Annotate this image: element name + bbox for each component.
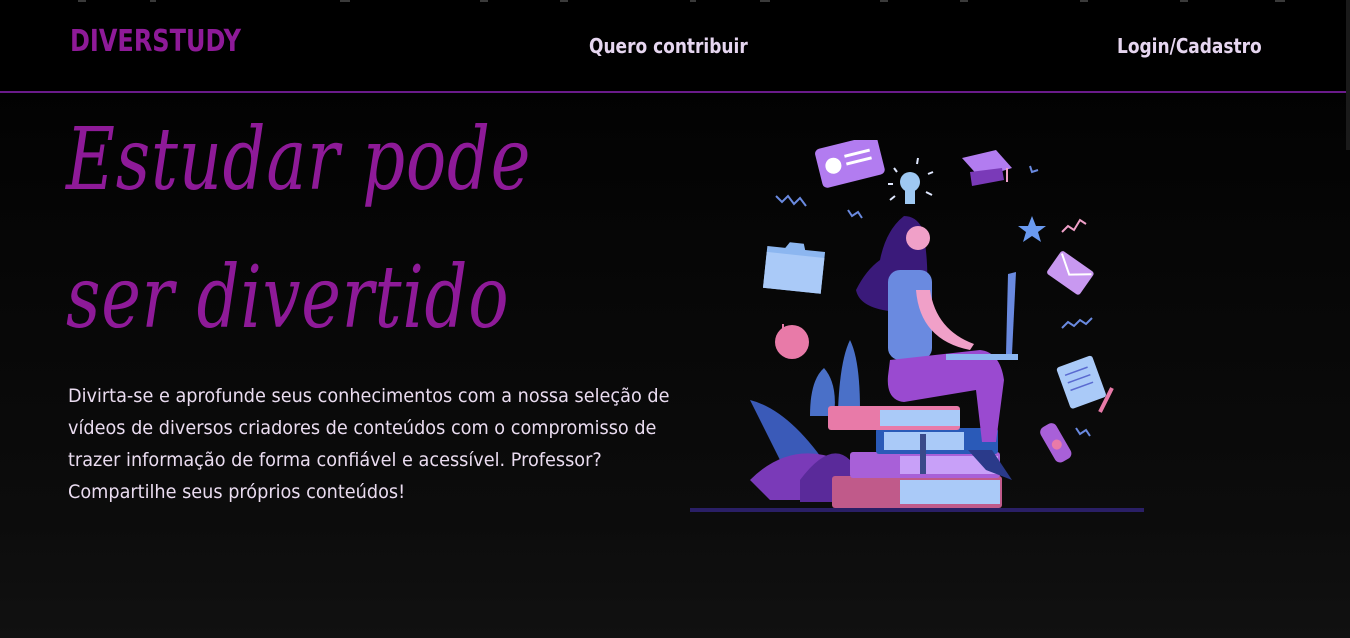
notebook-icon [1056, 355, 1106, 409]
hero-description-line: trazer informação de forma confiável e a… [68, 449, 602, 471]
site-logo[interactable]: DIVERSTUDY [70, 24, 241, 59]
ground-line [690, 508, 1144, 512]
zigzag-decoration [1061, 317, 1093, 329]
star-icon [1018, 216, 1046, 242]
zigzag-decoration [1061, 218, 1087, 233]
hero-description-line: Compartilhe seus próprios conteúdos! [68, 481, 406, 503]
envelope-icon [1047, 251, 1094, 295]
hero-headline-line1: Estudar pode [66, 110, 532, 210]
hero-description: Divirta-se e aprofunde seus conhecimento… [68, 380, 670, 508]
hero-illustration [690, 140, 1144, 512]
zigzag-decoration [775, 194, 807, 207]
scrollbar[interactable] [1346, 0, 1350, 150]
zigzag-decoration [1029, 165, 1039, 174]
folder-icon [762, 242, 826, 294]
graduation-cap-icon [962, 150, 1012, 186]
apple-icon [775, 324, 809, 359]
top-navigation-bar: DIVERSTUDY Quero contribuir Login/Cadast… [0, 0, 1350, 93]
diploma-icon [1040, 423, 1072, 463]
id-card-icon [815, 140, 885, 188]
nav-link-quero-contribuir[interactable]: Quero contribuir [589, 34, 748, 58]
top-dotted-strip [78, 0, 1285, 2]
hero-headline-line2: ser divertido [66, 248, 510, 348]
hero-description-line: Divirta-se e aprofunde seus conhecimento… [68, 385, 670, 407]
nav-link-login-cadastro[interactable]: Login/Cadastro [1117, 34, 1262, 58]
zigzag-decoration [1075, 427, 1091, 437]
hero-description-line: vídeos de diversos criadores de conteúdo… [68, 417, 657, 439]
zigzag-decoration [847, 209, 863, 219]
lightbulb-icon [888, 157, 934, 204]
